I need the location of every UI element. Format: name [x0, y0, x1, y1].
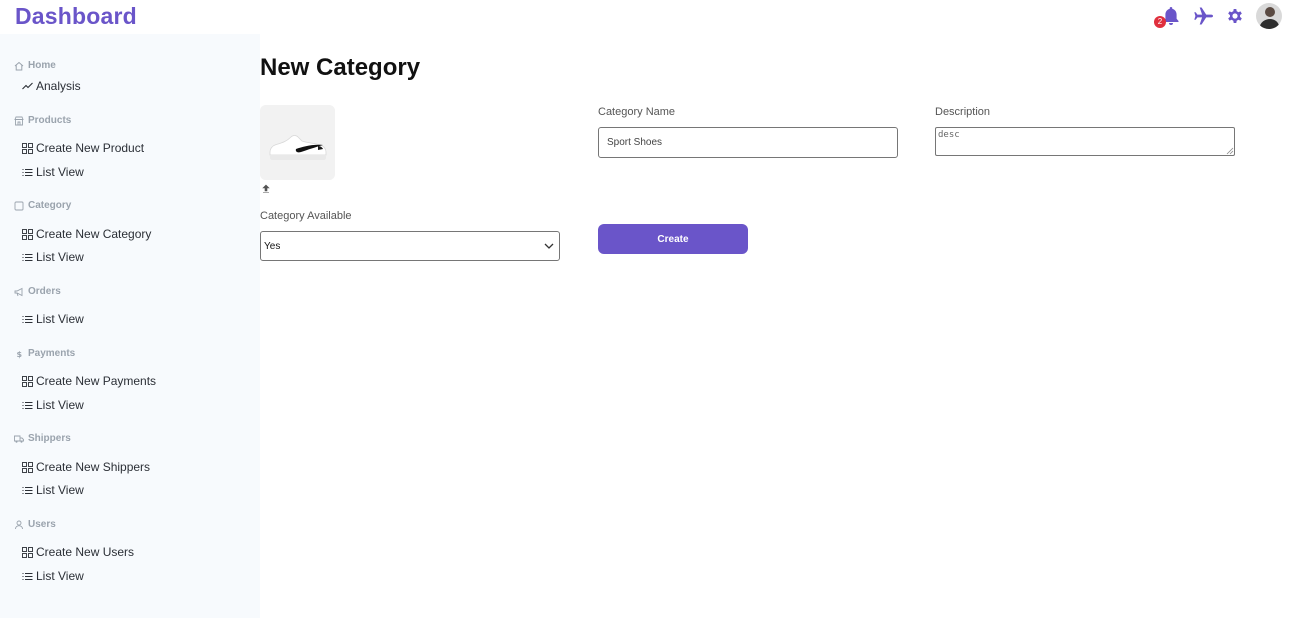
home-icon	[14, 61, 24, 70]
resize-handle-icon[interactable]	[1225, 146, 1234, 155]
sidebar-item-label: List View	[36, 569, 84, 583]
sidebar-item-analysis[interactable]: Analysis	[22, 79, 81, 93]
sidebar-section-title: Products	[28, 115, 72, 126]
list-icon	[22, 486, 33, 494]
category-available-select[interactable]: Yes	[260, 231, 560, 261]
sidebar-item-create-new-shippers[interactable]: Create New Shippers	[22, 460, 150, 474]
gear-icon[interactable]	[1224, 5, 1246, 27]
notification-badge: 2	[1154, 16, 1166, 28]
dollar-icon: $	[17, 350, 23, 359]
sidebar-item-create-new-product[interactable]: Create New Product	[22, 141, 144, 155]
sidebar-section-shippers: Shippers	[14, 433, 71, 444]
create-button[interactable]: Create	[598, 224, 748, 254]
sidebar-item-payments-list-view[interactable]: List View	[22, 398, 84, 412]
sidebar-section-category: Category	[14, 200, 71, 211]
sidebar-item-create-new-payments[interactable]: Create New Payments	[22, 374, 156, 388]
megaphone-icon	[14, 287, 23, 296]
list-icon	[22, 315, 33, 323]
grid-icon	[22, 142, 33, 154]
sidebar-section-title: Shippers	[28, 433, 71, 444]
svg-text:$: $	[17, 350, 23, 359]
sidebar-section-users: Users	[14, 519, 56, 530]
top-icons: 2	[1154, 2, 1282, 30]
sidebar-section-home: Home	[14, 60, 56, 71]
grid-icon	[22, 228, 33, 240]
sidebar-item-label: Create New Payments	[36, 374, 157, 388]
brand-title[interactable]: Dashboard	[15, 3, 137, 30]
user-icon	[15, 520, 23, 529]
sidebar-item-create-new-users[interactable]: Create New Users	[22, 545, 134, 559]
select-value: Yes	[264, 240, 281, 252]
grid-icon	[22, 375, 33, 387]
sidebar-item-create-new-category[interactable]: Create New Category	[22, 227, 151, 241]
grid-icon	[22, 546, 33, 558]
sidebar-section-title: Orders	[28, 286, 61, 297]
sidebar-item-users-list-view[interactable]: List View	[22, 569, 84, 583]
description-label: Description	[935, 106, 991, 118]
airplane-icon[interactable]	[1192, 5, 1214, 27]
sidebar-item-label: Create New Users	[36, 545, 135, 559]
sidebar-item-products-list-view[interactable]: List View	[22, 165, 84, 179]
list-icon	[22, 572, 33, 580]
user-avatar[interactable]	[1256, 3, 1282, 29]
description-textarea[interactable]: desc	[935, 127, 1235, 156]
sidebar-item-label: Analysis	[36, 79, 81, 93]
list-icon	[22, 253, 33, 261]
sidebar-item-label: List View	[36, 483, 84, 497]
sidebar-item-shippers-list-view[interactable]: List View	[22, 483, 84, 497]
sidebar-section-title: Users	[28, 519, 56, 530]
page-title: New Category	[260, 54, 421, 81]
sidebar: Home Analysis Products Create New Produc…	[0, 34, 260, 618]
trend-line-icon	[22, 82, 33, 89]
sidebar-section-payments: $ Payments	[14, 348, 76, 359]
chevron-down-icon	[544, 243, 554, 249]
sidebar-section-orders: Orders	[14, 286, 61, 297]
top-bar: Dashboard 2	[0, 0, 1300, 34]
list-icon	[22, 401, 33, 409]
category-available-label: Category Available	[260, 210, 352, 222]
sidebar-section-title: Category	[28, 200, 72, 211]
sidebar-item-label: List View	[36, 312, 84, 326]
truck-icon	[14, 435, 24, 443]
sidebar-item-orders-list-view[interactable]: List View	[22, 312, 84, 326]
sidebar-item-label: Create New Product	[36, 141, 145, 155]
sidebar-item-label: Create New Shippers	[36, 460, 151, 474]
sneaker-image	[260, 105, 335, 180]
category-image-preview[interactable]	[260, 105, 335, 180]
sidebar-section-title: Home	[28, 60, 56, 71]
list-icon	[22, 168, 33, 176]
upload-icon[interactable]	[262, 181, 270, 193]
square-icon	[14, 201, 24, 210]
sidebar-section-title: Payments	[28, 348, 76, 359]
store-icon	[14, 116, 24, 125]
sidebar-item-label: Create New Category	[36, 227, 152, 241]
category-name-input[interactable]: Sport Shoes	[598, 127, 898, 158]
sidebar-item-label: List View	[36, 398, 84, 412]
sidebar-section-products: Products	[14, 115, 71, 126]
category-name-label: Category Name	[598, 106, 676, 118]
grid-icon	[22, 461, 33, 473]
notification-bell-icon[interactable]: 2	[1154, 5, 1182, 28]
sidebar-item-label: List View	[36, 250, 84, 264]
sidebar-item-category-list-view[interactable]: List View	[22, 250, 84, 264]
sidebar-item-label: List View	[36, 165, 84, 179]
